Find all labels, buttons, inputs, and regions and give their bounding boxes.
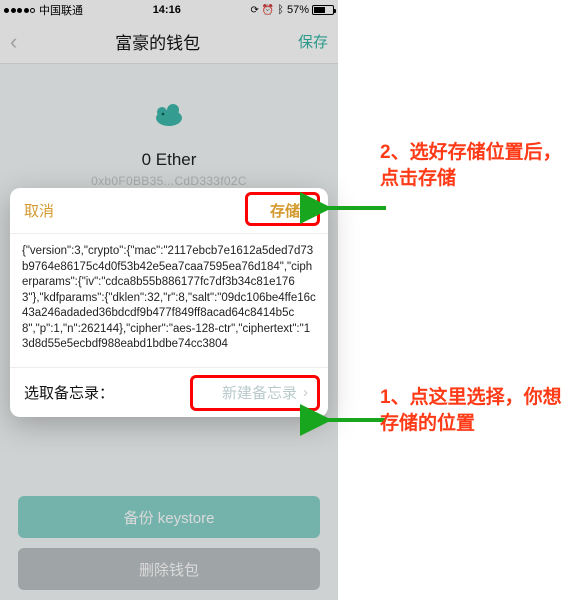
battery-pct: 57% <box>287 4 309 16</box>
page-title: 富豪的钱包 <box>115 29 200 54</box>
highlight-store <box>245 192 320 226</box>
export-modal: 取消 存储 {"version":3,"crypto":{"mac":"2117… <box>10 188 328 417</box>
backup-keystore-button[interactable]: 备份 keystore <box>18 496 320 538</box>
wallet-address: 0xb0F0BB35...CdD333f02C <box>0 174 338 188</box>
back-icon[interactable]: ‹ <box>10 29 17 55</box>
bottom-buttons: 备份 keystore 删除钱包 <box>0 486 338 590</box>
status-bar: 中国联通 14:16 ⟳ ⏰ ᛒ 57% <box>0 0 338 20</box>
wallet-avatar-icon <box>141 86 197 142</box>
keystore-json-text: {"version":3,"crypto":{"mac":"2117ebcb7e… <box>10 234 328 368</box>
signal-dots-icon <box>4 8 35 13</box>
sync-icon: ⟳ <box>251 5 259 16</box>
cancel-button[interactable]: 取消 <box>24 200 54 221</box>
carrier-label: 中国联通 <box>39 2 83 18</box>
clock: 14:16 <box>153 4 181 16</box>
annotation-1: 1、点这里选择，你想存储的位置 <box>380 385 569 436</box>
balance-label: 0 Ether <box>0 150 338 170</box>
bluetooth-icon: ᛒ <box>277 4 284 16</box>
memo-label: 选取备忘录： <box>24 382 114 403</box>
nav-bar: ‹ 富豪的钱包 保存 <box>0 20 338 64</box>
wallet-panel: 0 Ether 0xb0F0BB35...CdD333f02C <box>0 64 338 188</box>
battery-icon <box>312 5 334 15</box>
highlight-memo <box>190 375 320 411</box>
alarm-icon: ⏰ <box>262 5 274 16</box>
save-button[interactable]: 保存 <box>298 31 328 52</box>
delete-wallet-button[interactable]: 删除钱包 <box>18 548 320 590</box>
annotation-2: 2、选好存储位置后，点击存储 <box>380 140 569 191</box>
